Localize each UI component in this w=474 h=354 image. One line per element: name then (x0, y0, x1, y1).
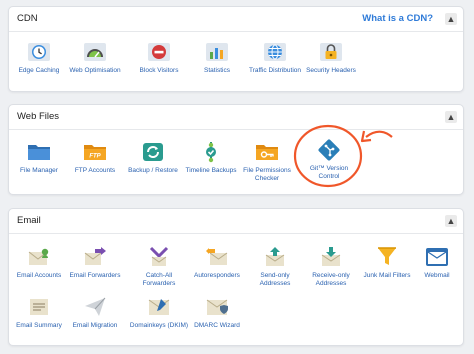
item-label: File Manager (20, 167, 58, 174)
item-label: Block Visitors (139, 67, 179, 74)
send-envelope-icon (265, 247, 285, 266)
collapse-icon[interactable]: ▲ (445, 111, 457, 123)
catch-all-forwarders-item[interactable]: Catch-All Forwarders (129, 245, 189, 288)
autoresponder-icon (206, 248, 228, 265)
item-label: Receive-only Addresses (312, 272, 350, 287)
email-migration-item[interactable]: Email Migration (65, 295, 125, 330)
cdn-panel: CDN What is a CDN? ▲ Edge Caching Web Op… (8, 6, 464, 92)
edge-caching-item[interactable]: Edge Caching (9, 40, 69, 75)
item-label: FTP Accounts (74, 167, 116, 174)
item-label: Catch-All Forwarders (142, 272, 176, 287)
security-headers-item[interactable]: Security Headers (301, 40, 361, 75)
item-label: Security Headers (306, 67, 356, 74)
file-permissions-checker-item[interactable]: File Permissions Checker (237, 140, 297, 183)
web-files-panel-header[interactable]: Web Files ▲ (9, 105, 463, 130)
autoresponders-item[interactable]: Autoresponders (187, 245, 247, 280)
git-icon (318, 139, 340, 161)
web-optimisation-item[interactable]: Web Optimisation (65, 40, 125, 75)
file-manager-item[interactable]: File Manager (9, 140, 69, 175)
email-forwarders-item[interactable]: Email Forwarders (65, 245, 125, 280)
webmail-icon (426, 248, 448, 266)
email-summary-item[interactable]: Email Summary (9, 295, 69, 330)
item-label: Email Summary (16, 322, 62, 329)
ftp-icon-text: FTP (89, 154, 101, 160)
catch-all-icon (149, 246, 169, 266)
item-label: Autoresponders (194, 272, 240, 279)
key-folder-icon (256, 145, 278, 160)
item-label: File Permissions Checker (243, 167, 291, 182)
domainkeys-item[interactable]: Domainkeys (DKIM) (129, 295, 189, 330)
timeline-icon (206, 142, 216, 163)
bar-chart-icon (206, 43, 228, 61)
send-only-addresses-item[interactable]: Send-only Addresses (245, 245, 305, 288)
item-label: Backup / Restore (128, 167, 178, 174)
speed-gauge-icon (84, 43, 106, 61)
dmarc-wizard-item[interactable]: DMARC Wizard (187, 295, 247, 330)
what-is-cdn-link[interactable]: What is a CDN? (362, 13, 433, 24)
cdn-panel-header[interactable]: CDN What is a CDN? ▲ (9, 7, 463, 32)
lock-icon (320, 43, 342, 61)
backup-restore-item[interactable]: Backup / Restore (123, 140, 183, 175)
item-label: Edge Caching (18, 67, 60, 74)
envelope-user-icon (28, 248, 49, 265)
email-panel-header[interactable]: Email ▲ (9, 209, 463, 234)
cdn-panel-title: CDN (17, 13, 38, 24)
item-label: Timeline Backups (185, 167, 237, 174)
statistics-item[interactable]: Statistics (187, 40, 247, 75)
receive-only-addresses-item[interactable]: Receive-only Addresses (301, 245, 361, 288)
forward-envelope-icon (84, 247, 106, 265)
filter-icon (378, 247, 396, 265)
item-label: Git™ Version Control (309, 165, 349, 180)
ftp-folder-icon: FTP (84, 145, 106, 160)
traffic-distribution-item[interactable]: Traffic Distribution (245, 40, 305, 75)
item-label: Traffic Distribution (248, 67, 302, 74)
item-label: Email Accounts (16, 272, 62, 279)
paper-plane-icon (85, 297, 106, 316)
web-files-panel-title: Web Files (17, 111, 60, 122)
item-label: Email Forwarders (69, 272, 121, 279)
clock-icon (28, 43, 50, 61)
item-label: DMARC Wizard (194, 322, 240, 329)
dkim-icon (148, 299, 170, 315)
block-visitors-item[interactable]: Block Visitors (129, 40, 189, 75)
receive-envelope-icon (321, 247, 341, 266)
webmail-item[interactable]: Webmail (407, 245, 467, 280)
collapse-icon[interactable]: ▲ (445, 13, 457, 25)
globe-icon (264, 43, 286, 61)
folder-icon (28, 145, 50, 160)
backup-icon (143, 143, 163, 161)
item-label: Email Migration (72, 322, 118, 329)
dmarc-icon (206, 299, 228, 315)
item-label: Send-only Addresses (259, 272, 291, 287)
web-files-panel: Web Files ▲ File Manager FTP FTP Account… (8, 104, 464, 195)
git-version-control-item[interactable]: Git™ Version Control (299, 138, 359, 181)
email-panel: Email ▲ Email Accounts Email Forwarders … (8, 208, 464, 346)
item-label: Statistics (203, 67, 230, 74)
summary-envelope-icon (30, 299, 48, 315)
item-label: Domainkeys (DKIM) (129, 322, 189, 329)
timeline-backups-item[interactable]: Timeline Backups (181, 140, 241, 175)
item-label: Webmail (424, 272, 450, 279)
collapse-icon[interactable]: ▲ (445, 215, 457, 227)
ftp-accounts-item[interactable]: FTP FTP Accounts (65, 140, 125, 175)
item-label: Web Optimisation (69, 67, 121, 74)
email-panel-title: Email (17, 215, 41, 226)
block-icon (148, 43, 170, 61)
email-accounts-item[interactable]: Email Accounts (9, 245, 69, 280)
